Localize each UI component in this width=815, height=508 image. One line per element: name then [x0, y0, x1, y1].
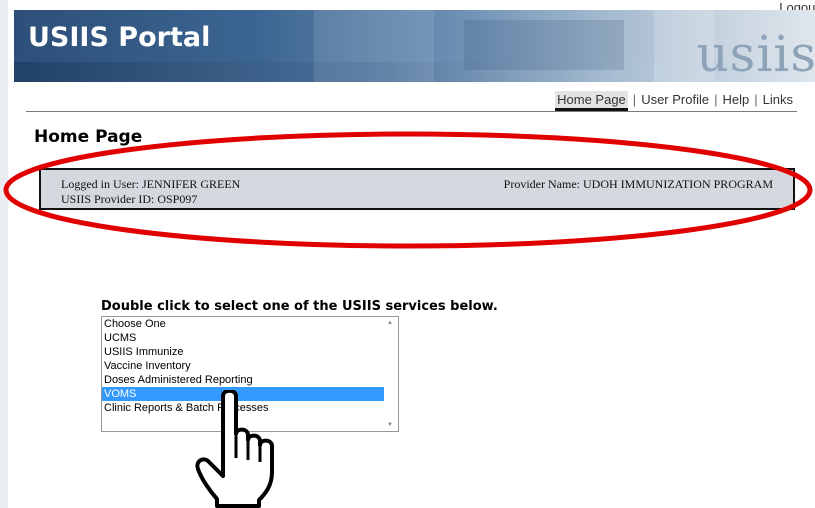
pointing-hand-icon	[195, 390, 274, 508]
service-option[interactable]: Doses Administered Reporting	[102, 373, 398, 387]
scroll-down-icon[interactable]: ▼	[387, 422, 393, 428]
service-option[interactable]: USIIS Immunize	[102, 345, 398, 359]
service-option[interactable]: UCMS	[102, 331, 398, 345]
scroll-up-icon[interactable]: ▲	[387, 320, 393, 326]
listbox-scrollbar[interactable]: ▲ ▼	[384, 317, 398, 431]
service-option[interactable]: Choose One	[102, 317, 398, 331]
usiis-home-page: Logout USIIS Portal usiis Home Page|User…	[0, 0, 815, 508]
services-prompt: Double click to select one of the USIIS …	[101, 299, 498, 314]
service-option[interactable]: Vaccine Inventory	[102, 359, 398, 373]
